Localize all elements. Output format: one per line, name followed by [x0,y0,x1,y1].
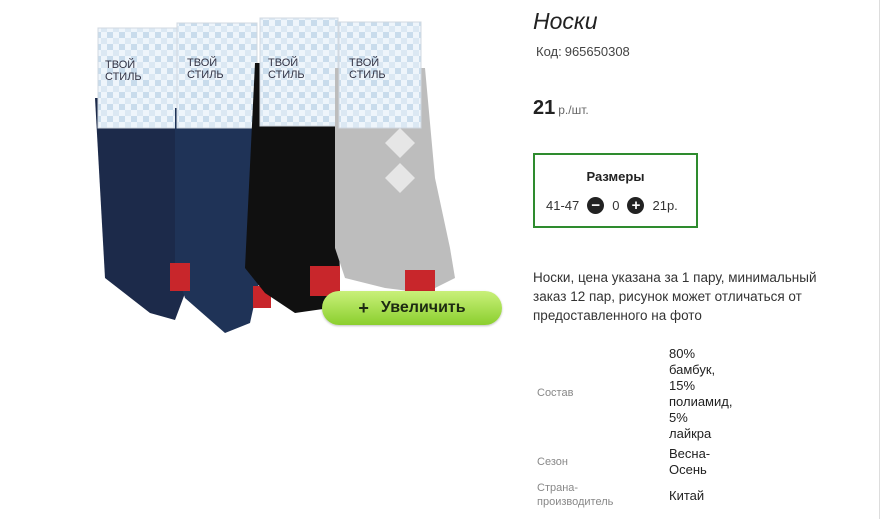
product-description: Носки, цена указана за 1 пару, минимальн… [533,270,817,323]
minus-circle-icon[interactable]: − [587,197,605,214]
season-line: Весна- [669,446,711,461]
composition-line: полиамид, [669,394,733,409]
size-row: 41-47 − 0 + 21р. [546,197,678,214]
plus-circle-icon[interactable]: + [627,197,645,214]
package-brand-1: ТВОЙ [105,58,135,71]
product-title: Носки [533,8,598,34]
package-brand-2: ТВОЙ [187,56,217,69]
season-line: Осень [669,462,707,477]
socks-photo: ТВОЙ СТИЛЬ ТВОЙ СТИЛЬ ТВОЙ СТИЛЬ ТВОЙ СТ… [95,17,455,333]
product-price: 21 р./шт. [533,97,589,120]
size-sum: 21р. [652,198,678,213]
price-unit: р./шт. [558,103,589,117]
product-code: Код: 965650308 [533,44,630,59]
sock-black: ТВОЙ СТИЛЬ [245,17,340,313]
attr-value-country: Китай [669,488,705,503]
sock-gray: ТВОЙ СТИЛЬ [335,21,455,293]
attr-value-composition: 80% бамбук, 15% полиамид, 5% лайкра [669,346,732,442]
attr-label-composition: Состав [537,387,574,399]
zoom-button[interactable]: + Увеличить [322,291,502,325]
package-brand-3b: СТИЛЬ [268,69,305,81]
composition-line: 5% [669,410,688,425]
composition-line: 80% [669,346,696,361]
attr-value-season: Весна- Осень [669,446,710,478]
package-brand-4b: СТИЛЬ [349,69,386,81]
country-label-line: Страна- [537,482,579,494]
product-image[interactable]: ТВОЙ СТИЛЬ ТВОЙ СТИЛЬ ТВОЙ СТИЛЬ ТВОЙ СТ… [95,8,505,338]
composition-line: лайкра [669,426,712,441]
composition-line: бамбук, [669,362,716,377]
price-value: 21 [533,97,556,119]
product-code-label: Код: [536,44,562,59]
sizes-title: Размеры [586,169,645,184]
package-brand-3: ТВОЙ [268,56,298,69]
package-brand-4: ТВОЙ [349,56,379,69]
size-label: 41-47 [546,198,580,213]
sizes-box: Размеры 41-47 − 0 + 21р. [533,153,698,228]
package-brand-2b: СТИЛЬ [187,69,224,81]
composition-line: 15% [669,378,696,393]
attr-label-country: Страна- производитель [537,481,613,509]
package-brand-1b: СТИЛЬ [105,71,142,83]
attr-label-season: Сезон [537,456,568,468]
zoom-button-label: Увеличить [380,299,466,316]
plus-icon: + [358,297,369,318]
country-label-line: производитель [537,496,614,508]
size-quantity[interactable]: 0 [612,198,619,213]
product-code-value: 965650308 [564,44,630,59]
